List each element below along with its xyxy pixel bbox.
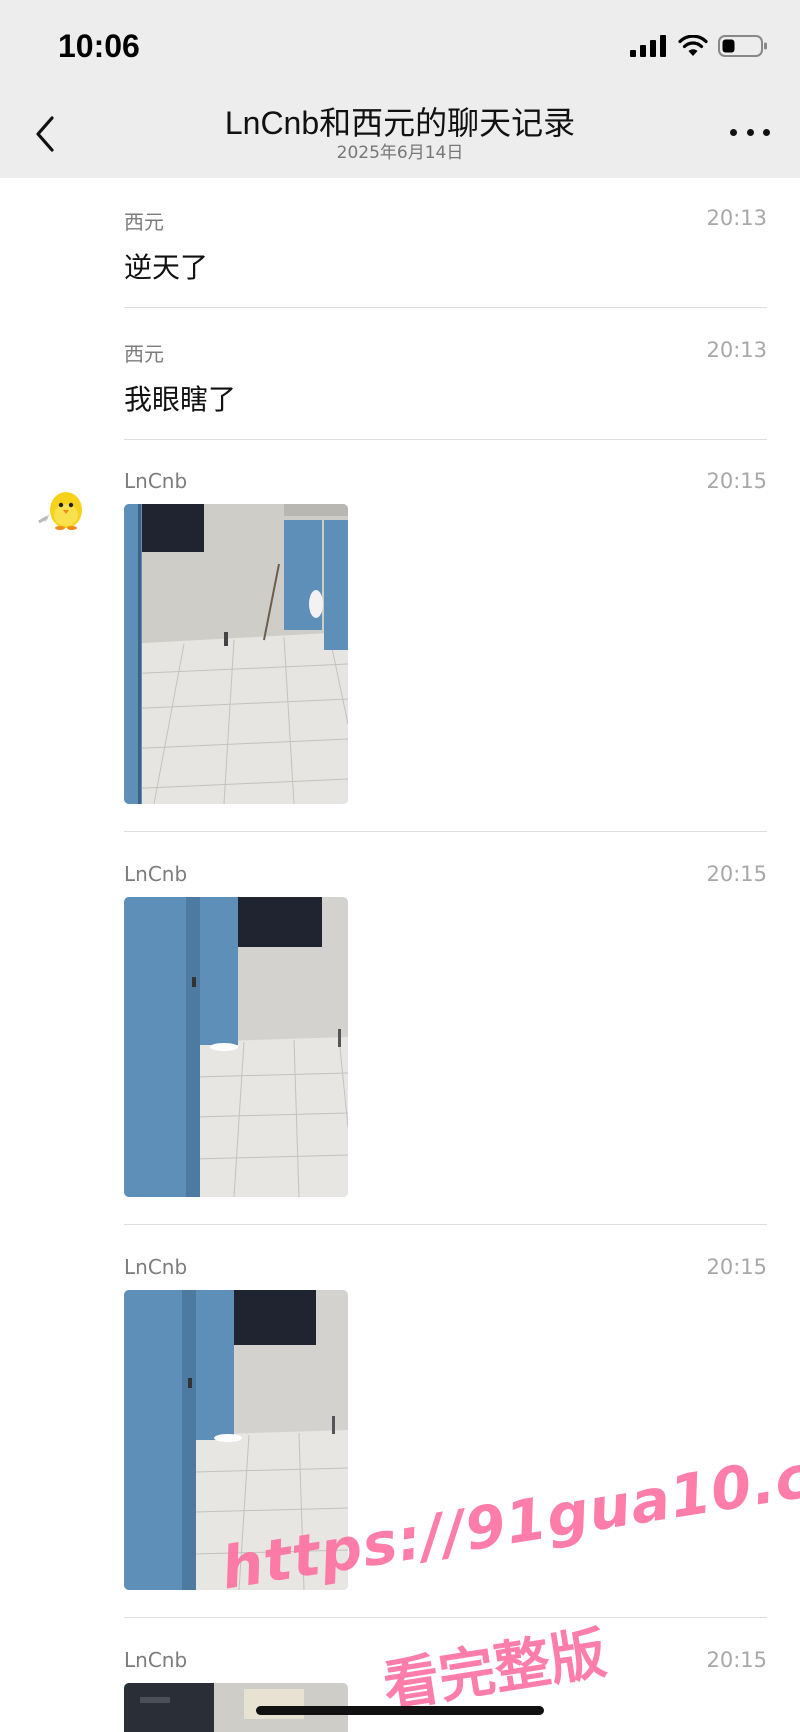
message-sender: LnCnb: [124, 862, 188, 886]
home-indicator[interactable]: [256, 1706, 544, 1715]
signal-icon: [630, 35, 666, 57]
status-time: 10:06: [58, 28, 140, 64]
battery-icon: [718, 35, 767, 57]
message-sender: LnCnb: [124, 469, 188, 493]
nav-title-block: LnCnb和西元的聊天记录 2025年6月14日: [0, 104, 800, 164]
message-time: 20:13: [706, 338, 767, 362]
message-photo[interactable]: [124, 897, 348, 1197]
more-dot: [763, 128, 770, 136]
message-item[interactable]: 西元 20:13 逆天了: [0, 206, 800, 306]
message-text: 我眼瞎了: [124, 383, 237, 416]
wifi-icon: [678, 35, 708, 56]
divider: [124, 1617, 767, 1618]
more-dot: [746, 128, 754, 136]
message-item[interactable]: LnCnb 20:15: [0, 1255, 800, 1615]
message-photo[interactable]: [124, 1290, 348, 1590]
divider: [124, 831, 767, 832]
message-time: 20:15: [706, 1255, 767, 1279]
message-photo[interactable]: [124, 504, 348, 804]
message-item[interactable]: LnCnb 20:15: [0, 862, 800, 1222]
status-icons: [630, 34, 768, 58]
message-sender: LnCnb: [124, 1255, 188, 1279]
message-text: 逆天了: [124, 251, 209, 284]
message-time: 20:15: [706, 1648, 767, 1672]
status-bar: 10:06: [0, 0, 800, 92]
more-dots-icon: [730, 128, 737, 136]
divider: [124, 439, 767, 440]
page-title: LnCnb和西元的聊天记录: [224, 105, 576, 141]
nav-bar: LnCnb和西元的聊天记录 2025年6月14日: [0, 92, 800, 178]
divider: [124, 307, 767, 308]
message-time: 20:15: [706, 469, 767, 493]
divider: [124, 1224, 767, 1225]
message-item[interactable]: 西元 20:13 我眼瞎了: [0, 338, 800, 438]
message-sender: LnCnb: [124, 1648, 188, 1672]
more-button[interactable]: [730, 122, 770, 142]
message-time: 20:15: [706, 862, 767, 886]
message-time: 20:13: [706, 206, 767, 230]
message-item[interactable]: LnCnb 20:15: [0, 469, 800, 829]
message-sender: 西元: [124, 210, 164, 234]
message-item[interactable]: LnCnb 20:15: [0, 1648, 800, 1732]
page-subtitle: 2025年6月14日: [336, 143, 464, 163]
message-sender: 西元: [124, 342, 164, 366]
